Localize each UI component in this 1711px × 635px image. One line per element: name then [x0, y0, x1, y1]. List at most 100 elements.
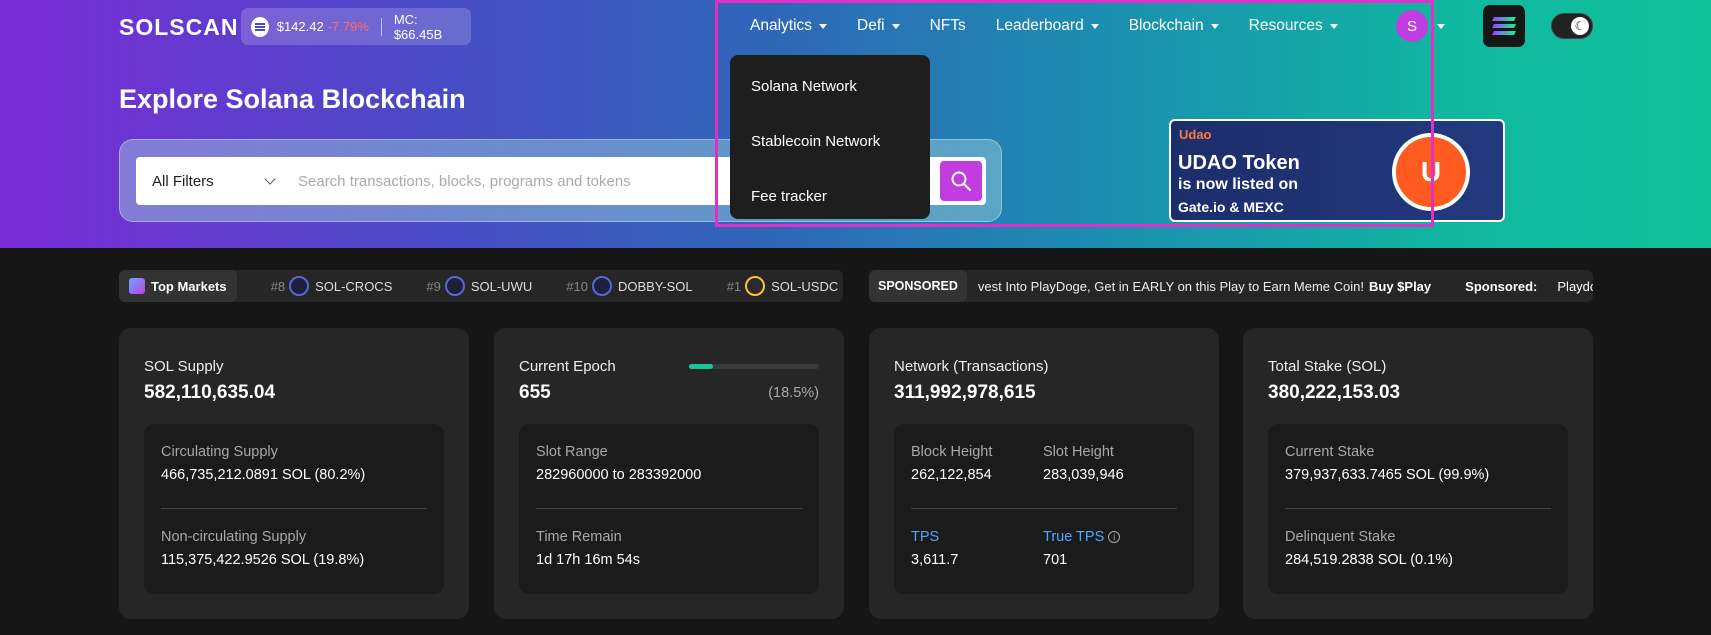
- raydium-icon: [289, 276, 310, 296]
- sub-label: Non-circulating Supply: [161, 529, 307, 545]
- delinquent-stake-block: Delinquent Stake 284,519.2838 SOL (0.1%): [1285, 529, 1453, 568]
- sub-label: Block Height: [911, 444, 993, 460]
- market-item[interactable]: #1 SOL-USDC: [726, 276, 839, 296]
- divider: [536, 508, 802, 509]
- price-change: -7.79%: [327, 19, 369, 34]
- current-epoch-card: Current Epoch 655 (18.5%) Slot Range 282…: [494, 328, 844, 619]
- true-tps-link[interactable]: True TPS: [1043, 529, 1104, 545]
- card-details: Circulating Supply 466,735,212.0891 SOL …: [144, 424, 444, 594]
- menu-item-fee-tracker[interactable]: Fee tracker: [730, 169, 930, 224]
- top-markets-tag[interactable]: Top Markets: [119, 270, 237, 302]
- sol-supply-card: SOL Supply 582,110,635.04 Circulating Su…: [119, 328, 469, 619]
- sub-value: 1d 17h 16m 54s: [536, 552, 640, 568]
- true-tps-header: True TPS i: [1043, 529, 1121, 545]
- market-item[interactable]: #10 DOBBY-SOL: [566, 276, 693, 296]
- slot-height-block: Slot Height 283,039,946: [1043, 444, 1124, 483]
- solana-logo-icon: [1492, 31, 1516, 35]
- chevron-down-icon: [819, 23, 828, 29]
- market-pair: DOBBY-SOL: [617, 278, 693, 294]
- tps-block: TPS 3,611.7: [911, 529, 958, 568]
- avatar[interactable]: S: [1396, 10, 1428, 42]
- card-value: 582,110,635.04: [144, 382, 276, 403]
- sponsored-ticker[interactable]: SPONSORED vest Into PlayDoge, Get in EAR…: [869, 270, 1593, 302]
- card-value: 311,992,978,615: [894, 382, 1036, 403]
- divider: [1285, 508, 1551, 509]
- nav-blockchain-label: Blockchain: [1128, 17, 1204, 34]
- sub-label: Circulating Supply: [161, 444, 278, 460]
- ad-title: UDAO Token: [1178, 152, 1300, 174]
- card-label: Network (Transactions): [894, 358, 1049, 375]
- price-pill[interactable]: $142.42 -7.79% MC: $66.45B: [241, 8, 471, 45]
- sponsored-cta[interactable]: Buy $Play: [1369, 279, 1431, 294]
- card-label: Total Stake (SOL): [1268, 358, 1387, 375]
- sub-label: Delinquent Stake: [1285, 529, 1396, 545]
- raydium-icon: [591, 276, 612, 296]
- sponsored-label: Sponsored:: [1465, 278, 1538, 294]
- divider: [161, 508, 427, 509]
- epoch-percent: (18.5%): [768, 385, 819, 401]
- time-remain-block: Time Remain 1d 17h 16m 54s: [536, 529, 640, 568]
- sponsored-text-2: Playdoge: T: [1557, 278, 1593, 294]
- sub-value: 262,122,854: [911, 467, 992, 483]
- sub-label: Time Remain: [536, 529, 622, 545]
- market-pair: SOL-USDC: [771, 278, 839, 294]
- solscan-logo[interactable]: SOLSCAN: [119, 14, 238, 41]
- card-details: Block Height 262,122,854 Slot Height 283…: [894, 424, 1194, 594]
- noncirculating-block: Non-circulating Supply 115,375,422.9526 …: [161, 529, 364, 568]
- nav-defi-label: Defi: [857, 17, 885, 34]
- sub-value: 283,039,946: [1043, 467, 1124, 483]
- nav-resources-label: Resources: [1248, 17, 1323, 34]
- market-pair: SOL-CROCS: [315, 278, 393, 294]
- nav-blockchain[interactable]: Blockchain: [1129, 17, 1219, 35]
- chevron-down-icon: [1210, 23, 1219, 29]
- nav-leaderboard-label: Leaderboard: [995, 17, 1084, 34]
- block-height-block: Block Height 262,122,854: [911, 444, 992, 483]
- tps-link[interactable]: TPS: [911, 529, 958, 545]
- raydium-icon: [444, 276, 465, 296]
- current-stake-block: Current Stake 379,937,633.7465 SOL (99.9…: [1285, 444, 1489, 483]
- market-rank: #9: [426, 278, 441, 294]
- card-details: Current Stake 379,937,633.7465 SOL (99.9…: [1268, 424, 1568, 594]
- chevron-down-icon[interactable]: [1437, 24, 1445, 29]
- sponsored-tag: SPONSORED: [869, 270, 967, 302]
- sub-value: 284,519.2838 SOL (0.1%): [1285, 552, 1453, 568]
- nav-defi[interactable]: Defi: [857, 17, 900, 35]
- menu-item-solana-network[interactable]: Solana Network: [730, 59, 930, 114]
- moon-icon: ☾: [1571, 17, 1589, 35]
- market-rank: #1: [726, 278, 742, 294]
- sub-value: 466,735,212.0891 SOL (80.2%): [161, 467, 366, 483]
- nav-nfts[interactable]: NFTs: [930, 17, 966, 35]
- chevron-down-icon: [1090, 23, 1099, 29]
- udao-ad-banner[interactable]: Udao UDAO Token is now listed on Gate.io…: [1169, 119, 1505, 222]
- nav-analytics[interactable]: Analytics: [750, 17, 828, 35]
- solana-logo-icon: [1492, 24, 1516, 28]
- card-label: SOL Supply: [144, 358, 224, 375]
- nav-resources[interactable]: Resources: [1249, 17, 1338, 35]
- sub-label: Slot Range: [536, 444, 608, 460]
- card-value: 380,222,153.03: [1268, 382, 1401, 403]
- card-label: Current Epoch: [519, 358, 616, 375]
- sub-value: 3,611.7: [911, 552, 959, 568]
- market-item[interactable]: #9 SOL-UWU: [426, 276, 532, 296]
- market-rank: #8: [270, 278, 286, 294]
- nav-leaderboard[interactable]: Leaderboard: [996, 17, 1099, 35]
- filter-select[interactable]: All Filters: [136, 157, 290, 205]
- solana-network-button[interactable]: [1483, 5, 1525, 47]
- market-item[interactable]: #8 SOL-CROCS: [270, 276, 393, 296]
- chevron-down-icon: [1329, 23, 1338, 29]
- top-markets-label: Top Markets: [151, 278, 227, 294]
- rocket-icon: [129, 278, 145, 294]
- epoch-progress-fill: [689, 364, 714, 369]
- true-tps-block: True TPS i 701: [1043, 529, 1121, 568]
- menu-item-stablecoin-network[interactable]: Stablecoin Network: [730, 114, 930, 169]
- filter-label: All Filters: [152, 172, 214, 190]
- ad-exchanges: Gate.io & MEXC: [1178, 199, 1284, 215]
- market-rank: #10: [566, 278, 588, 294]
- network-card: Network (Transactions) 311,992,978,615 B…: [869, 328, 1219, 619]
- sub-value: 282960000 to 283392000: [536, 467, 702, 483]
- theme-toggle[interactable]: ☾: [1551, 13, 1593, 39]
- sub-value: 701: [1043, 552, 1068, 568]
- info-icon[interactable]: i: [1108, 531, 1121, 543]
- top-markets-ticker: Top Markets #8 SOL-CROCS #9 SOL-UWU #10 DOB…: [119, 270, 843, 302]
- search-button[interactable]: [940, 161, 982, 201]
